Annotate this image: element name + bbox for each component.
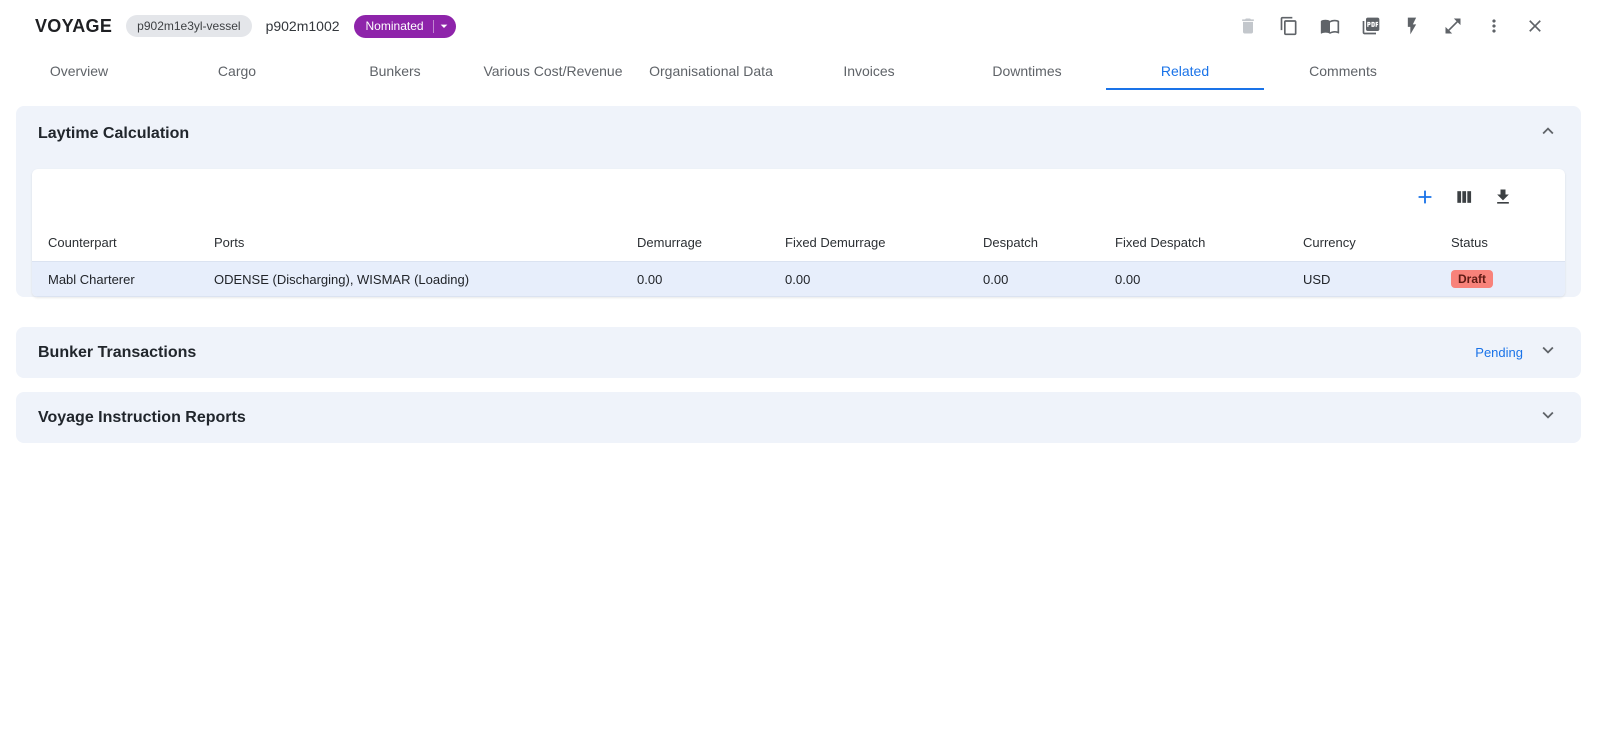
tab-invoices[interactable]: Invoices xyxy=(790,52,948,90)
pdf-export-button[interactable] xyxy=(1359,14,1383,38)
content-area: Laytime Calculation xyxy=(0,90,1597,473)
voyage-instruction-reports-right xyxy=(1537,404,1559,431)
expand-fullscreen-button[interactable] xyxy=(1441,14,1465,38)
column-header-counterpart[interactable]: Counterpart xyxy=(32,223,214,262)
lightning-icon xyxy=(1402,16,1422,36)
cell-counterpart: Mabl Charterer xyxy=(32,262,214,297)
close-icon xyxy=(1525,16,1545,36)
draft-status-badge: Draft xyxy=(1451,270,1493,288)
tab-comments[interactable]: Comments xyxy=(1264,52,1422,90)
columns-icon xyxy=(1454,187,1474,207)
cell-despatch: 0.00 xyxy=(983,262,1115,297)
download-button[interactable] xyxy=(1491,185,1515,209)
voyage-instruction-reports-header[interactable]: Voyage Instruction Reports xyxy=(16,392,1581,443)
table-header-row: Counterpart Ports Demurrage Fixed Demurr… xyxy=(32,223,1565,262)
close-button[interactable] xyxy=(1523,14,1547,38)
chevron-up-icon xyxy=(1537,120,1559,147)
expand-icon xyxy=(1443,16,1463,36)
actions-button[interactable] xyxy=(1400,14,1424,38)
voyage-instruction-reports-section: Voyage Instruction Reports xyxy=(16,392,1581,443)
tab-related[interactable]: Related xyxy=(1106,52,1264,90)
tab-various-cost-revenue[interactable]: Various Cost/Revenue xyxy=(474,52,632,90)
header-toolbar xyxy=(1236,14,1547,38)
voyage-window: VOYAGE p902m1e3yl-vessel p902m1002 Nomin… xyxy=(0,0,1597,473)
more-vert-icon xyxy=(1484,16,1504,36)
cell-fixed-despatch: 0.00 xyxy=(1115,262,1303,297)
plus-icon xyxy=(1414,186,1436,208)
laytime-section-title: Laytime Calculation xyxy=(38,125,189,143)
column-header-despatch[interactable]: Despatch xyxy=(983,223,1115,262)
column-header-fixed-despatch[interactable]: Fixed Despatch xyxy=(1115,223,1303,262)
pending-status-text: Pending xyxy=(1475,345,1523,360)
column-header-currency[interactable]: Currency xyxy=(1303,223,1451,262)
bunker-transactions-title: Bunker Transactions xyxy=(38,344,196,362)
bunker-transactions-header[interactable]: Bunker Transactions Pending xyxy=(16,327,1581,378)
cell-ports: ODENSE (Discharging), WISMAR (Loading) xyxy=(214,262,637,297)
page-title: VOYAGE xyxy=(35,16,112,37)
chevron-down-icon xyxy=(1537,404,1559,431)
tab-overview[interactable]: Overview xyxy=(0,52,158,90)
header-bar: VOYAGE p902m1e3yl-vessel p902m1002 Nomin… xyxy=(0,0,1597,52)
bunker-transactions-right: Pending xyxy=(1475,339,1559,366)
tab-bar: Overview Cargo Bunkers Various Cost/Reve… xyxy=(0,52,1597,90)
chevron-down-icon xyxy=(434,18,456,34)
header-left: VOYAGE p902m1e3yl-vessel p902m1002 Nomin… xyxy=(35,15,456,38)
delete-button[interactable] xyxy=(1236,14,1260,38)
column-header-demurrage[interactable]: Demurrage xyxy=(637,223,785,262)
status-badge-label: Nominated xyxy=(354,15,433,38)
tab-organisational-data[interactable]: Organisational Data xyxy=(632,52,790,90)
laytime-calculation-section: Laytime Calculation xyxy=(16,106,1581,297)
cell-demurrage: 0.00 xyxy=(637,262,785,297)
cell-status: Draft xyxy=(1451,262,1565,297)
more-menu-button[interactable] xyxy=(1482,14,1506,38)
copy-button[interactable] xyxy=(1277,14,1301,38)
tab-bunkers[interactable]: Bunkers xyxy=(316,52,474,90)
status-badge-dropdown[interactable]: Nominated xyxy=(354,15,456,38)
pdf-icon xyxy=(1361,16,1381,36)
bunker-transactions-section: Bunker Transactions Pending xyxy=(16,327,1581,378)
download-icon xyxy=(1493,187,1513,207)
voyage-number: p902m1002 xyxy=(266,18,340,34)
column-header-fixed-demurrage[interactable]: Fixed Demurrage xyxy=(785,223,983,262)
column-header-status[interactable]: Status xyxy=(1451,223,1565,262)
laytime-section-header[interactable]: Laytime Calculation xyxy=(16,106,1581,147)
table-row[interactable]: Mabl Charterer ODENSE (Discharging), WIS… xyxy=(32,262,1565,297)
add-laytime-button[interactable] xyxy=(1413,185,1437,209)
book-icon xyxy=(1320,16,1340,36)
cell-currency: USD xyxy=(1303,262,1451,297)
trash-icon xyxy=(1238,16,1258,36)
logbook-button[interactable] xyxy=(1318,14,1342,38)
chevron-down-icon xyxy=(1537,339,1559,366)
tab-cargo[interactable]: Cargo xyxy=(158,52,316,90)
tab-downtimes[interactable]: Downtimes xyxy=(948,52,1106,90)
copy-icon xyxy=(1279,16,1299,36)
laytime-table: Counterpart Ports Demurrage Fixed Demurr… xyxy=(32,223,1565,297)
vessel-chip: p902m1e3yl-vessel xyxy=(126,15,251,37)
columns-button[interactable] xyxy=(1452,185,1476,209)
laytime-table-card: Counterpart Ports Demurrage Fixed Demurr… xyxy=(32,169,1565,297)
cell-fixed-demurrage: 0.00 xyxy=(785,262,983,297)
column-header-ports[interactable]: Ports xyxy=(214,223,637,262)
laytime-table-toolbar xyxy=(32,169,1565,223)
voyage-instruction-reports-title: Voyage Instruction Reports xyxy=(38,409,246,427)
